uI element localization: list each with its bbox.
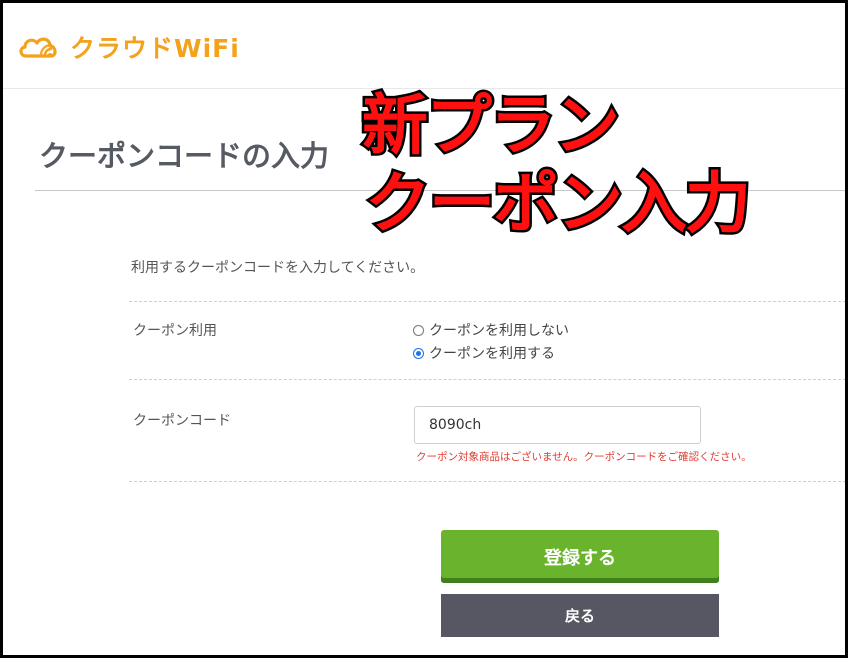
page-title: クーポンコードの入力: [39, 139, 330, 173]
logo-text: クラウドWiFi: [70, 34, 240, 63]
coupon-usage-label: クーポン利用: [133, 323, 217, 339]
title-divider: [35, 190, 845, 191]
site-logo[interactable]: クラウドWiFi: [18, 29, 240, 65]
cloud-wifi-icon: [18, 34, 64, 60]
radio-circle-checked[interactable]: [413, 347, 424, 359]
radio-no-coupon-label: クーポンを利用しない: [429, 323, 569, 339]
radio-use-coupon[interactable]: クーポンを利用する: [413, 343, 555, 363]
coupon-code-label: クーポンコード: [133, 413, 231, 429]
site-header: クラウドWiFi: [3, 3, 845, 89]
back-button[interactable]: 戻る: [441, 594, 719, 637]
row-divider: [129, 379, 845, 380]
radio-use-coupon-label: クーポンを利用する: [429, 346, 555, 362]
radio-circle[interactable]: [413, 324, 424, 336]
coupon-error-message: クーポン対象商品はございません。クーポンコードをご確認ください。: [416, 451, 752, 463]
register-button[interactable]: 登録する: [441, 530, 719, 583]
instruction-text: 利用するクーポンコードを入力してください。: [131, 260, 425, 276]
radio-no-coupon[interactable]: クーポンを利用しない: [413, 320, 569, 340]
coupon-code-input[interactable]: [414, 406, 701, 444]
screenshot-frame: クラウドWiFi クーポンコードの入力 利用するクーポンコードを入力してください…: [0, 0, 848, 658]
row-divider: [129, 301, 845, 302]
row-divider: [129, 481, 845, 482]
